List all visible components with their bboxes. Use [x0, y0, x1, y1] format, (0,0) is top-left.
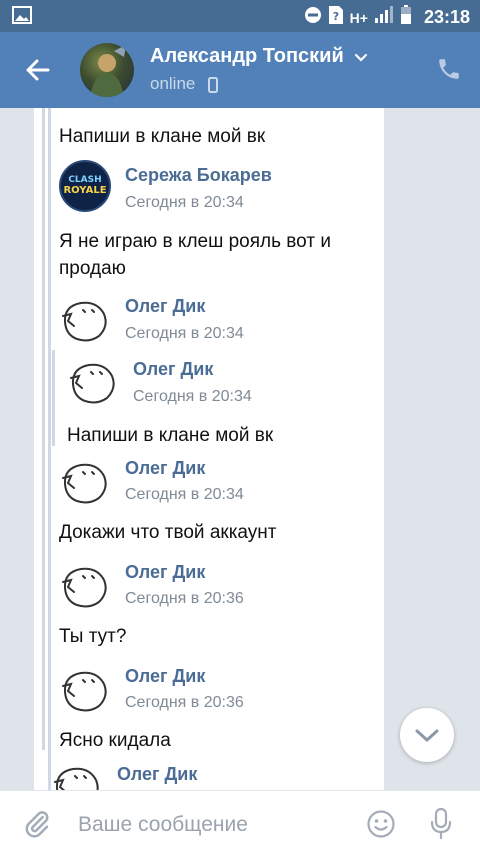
forward-indent-line [42, 108, 45, 750]
message-time: Сегодня в 20:36 [125, 590, 244, 607]
message-time: Сегодня в 20:34 [125, 486, 244, 503]
author-name[interactable]: Олег Дик [117, 764, 197, 785]
author-name[interactable]: Сережа Бокарев [125, 165, 272, 186]
do-not-disturb-icon [304, 6, 322, 29]
chat-header: Александр Топский online [0, 32, 480, 108]
sticker-avatar[interactable] [59, 560, 111, 612]
forwarded-messages-panel: Напиши в клане мой вк CLASH ROYALE Сереж… [34, 108, 384, 790]
phone-call-icon[interactable] [436, 56, 462, 87]
message-text: Ясно кидала [59, 730, 171, 751]
message-composer [0, 790, 480, 854]
sticker-avatar[interactable] [51, 760, 103, 790]
sticker-avatar[interactable] [59, 664, 111, 716]
author-name[interactable]: Олег Дик [125, 458, 205, 479]
message-text: Напиши в клане мой вк [59, 126, 266, 147]
emoji-icon[interactable] [366, 809, 396, 844]
author-name[interactable]: Олег Дик [125, 666, 205, 687]
message-text: Ты тут? [59, 626, 127, 647]
gallery-notification-icon [12, 6, 32, 29]
author-name[interactable]: Олег Дик [133, 359, 213, 380]
author-name[interactable]: Олег Дик [125, 562, 205, 583]
message-text: Я не играю в клеш рояль вот и [59, 231, 331, 252]
svg-text:?: ? [332, 10, 338, 23]
message-text: Докажи что твой аккаунт [59, 522, 277, 543]
message-text: Напиши в клане мой вк [67, 425, 274, 446]
message-time: Сегодня в 20:36 [125, 694, 244, 711]
sticker-avatar[interactable] [59, 294, 111, 346]
attach-icon[interactable] [22, 809, 52, 844]
sticker-avatar[interactable] [67, 356, 119, 408]
message-text: продаю [59, 258, 126, 279]
quote-indent-line [52, 350, 55, 446]
forward-indent-line [48, 108, 51, 790]
online-status: online [150, 74, 196, 93]
battery-icon [400, 5, 412, 30]
contact-name[interactable]: Александр Топский [150, 45, 344, 68]
clock: 23:18 [423, 7, 470, 27]
scroll-down-button[interactable] [400, 708, 454, 762]
sticker-avatar[interactable] [59, 456, 111, 508]
no-sim-icon: ? [328, 5, 344, 30]
network-type: H+ [349, 9, 368, 26]
mobile-device-icon [208, 77, 218, 98]
author-avatar[interactable]: CLASH ROYALE [59, 160, 111, 212]
chevron-down-icon[interactable] [354, 50, 368, 68]
back-arrow-icon[interactable] [22, 54, 54, 86]
message-time: Сегодня в 20:34 [133, 388, 252, 405]
message-time: Сегодня в 20:34 [125, 325, 244, 342]
message-time: Сегодня в 20:34 [125, 194, 244, 211]
status-bar: ? H+ 23:18 [0, 0, 480, 32]
chevron-down-icon [415, 729, 439, 742]
signal-icon [374, 6, 394, 29]
author-name[interactable]: Олег Дик [125, 296, 205, 317]
contact-avatar[interactable] [80, 43, 134, 97]
microphone-icon[interactable] [429, 807, 453, 846]
message-input[interactable] [76, 809, 360, 841]
